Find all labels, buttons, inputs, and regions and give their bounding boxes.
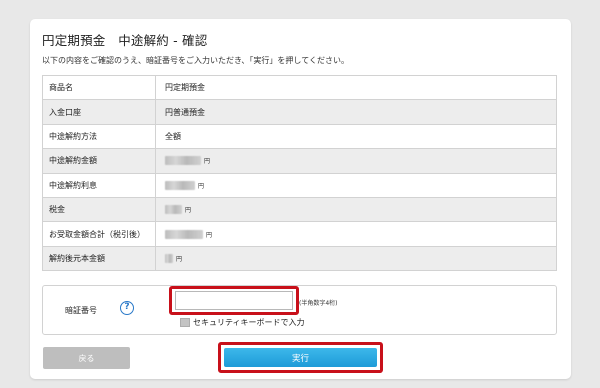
pin-format-note: (半角数字4桁)	[299, 300, 338, 307]
table-row-deposit-account: 入金口座 円普通預金	[42, 99, 557, 125]
highlight-frame-execute	[218, 342, 383, 373]
confirmation-card: 円定期預金 中途解約 - 確認 以下の内容をご確認のうえ、暗証番号をご入力いただ…	[30, 19, 571, 379]
security-keyboard-checkbox[interactable]	[180, 318, 190, 327]
table-row-cancel-method: 中途解約方法 全額	[42, 123, 557, 150]
table-row-tax: 税金 円	[42, 196, 557, 223]
security-keyboard-option[interactable]: セキュリティキーボードで入力	[180, 317, 305, 328]
table-row-remaining-principal: 解約後元本金額 円	[42, 245, 557, 272]
masked-value	[165, 180, 195, 190]
pin-label: 暗証番号	[65, 306, 97, 315]
detail-table: 商品名 円定期預金 入金口座 円普通預金 中途解約方法 全額 中途解約金額 円 …	[42, 74, 557, 272]
yen-unit: 円	[204, 158, 211, 166]
pin-section: 暗証番号 ? (半角数字4桁) セキュリティキーボードで入力	[42, 285, 557, 335]
table-row-cancel-interest: 中途解約利息 円	[42, 172, 557, 198]
row-value: 全額	[155, 123, 557, 150]
row-label: 入金口座	[42, 99, 156, 125]
masked-value	[165, 156, 201, 166]
yen-unit: 円	[206, 231, 213, 239]
table-row-total-received: お受取金額合計（税引後） 円	[42, 221, 557, 247]
row-label: お受取金額合計（税引後）	[42, 221, 156, 247]
row-value: 円定期預金	[155, 74, 557, 101]
yen-unit: 円	[176, 255, 183, 263]
yen-unit: 円	[185, 207, 192, 215]
masked-value	[165, 253, 173, 263]
table-row-product: 商品名 円定期預金	[42, 74, 557, 101]
question-circle-icon[interactable]: ?	[120, 301, 134, 315]
yen-unit: 円	[198, 182, 205, 190]
row-label: 解約後元本金額	[42, 245, 156, 272]
masked-value	[165, 205, 182, 215]
row-label: 中途解約利息	[42, 172, 156, 198]
back-button[interactable]: 戻る	[43, 347, 130, 369]
row-label: 中途解約方法	[42, 123, 156, 150]
row-label: 税金	[42, 196, 156, 223]
row-value: 円普通預金	[155, 99, 557, 125]
instruction-text: 以下の内容をご確認のうえ、暗証番号をご入力いただき、「実行」を押してください。	[42, 56, 349, 65]
masked-value	[165, 229, 203, 239]
table-row-cancel-amount: 中途解約金額 円	[42, 148, 557, 174]
row-label: 中途解約金額	[42, 148, 156, 174]
page-title: 円定期預金 中途解約 - 確認	[42, 33, 208, 48]
row-label: 商品名	[42, 74, 156, 101]
highlight-frame-pin	[169, 286, 299, 315]
security-keyboard-label: セキュリティキーボードで入力	[193, 318, 305, 327]
